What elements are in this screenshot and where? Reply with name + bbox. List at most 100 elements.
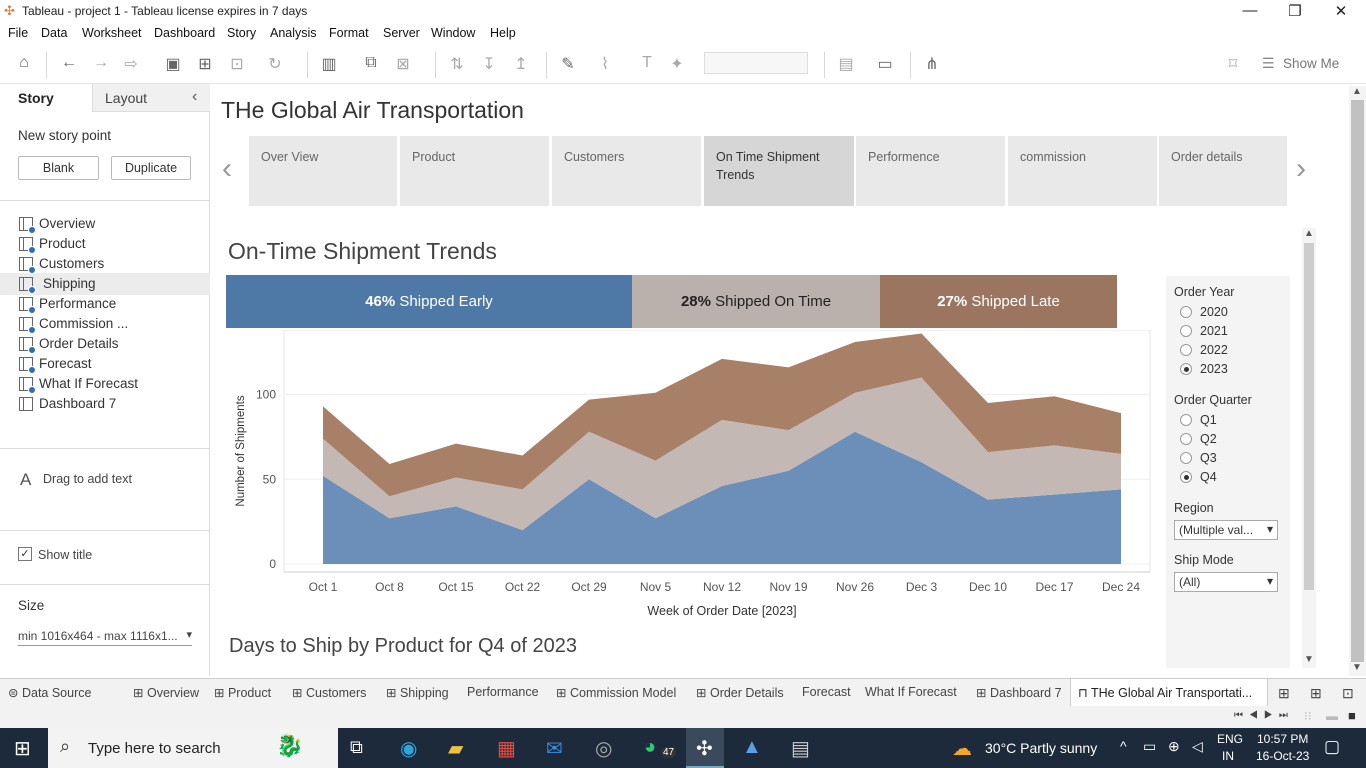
menu-window[interactable]: Window [431,26,475,40]
sheet-item-what-if-forecast[interactable]: What If Forecast [19,376,189,396]
volume-icon[interactable]: ◁ [1192,738,1203,755]
menu-file[interactable]: File [8,26,28,40]
story-point-order-details[interactable]: Order details [1159,136,1287,206]
format-painter-icon[interactable]: ⌑ [1222,54,1244,74]
minimize-button[interactable]: — [1240,2,1260,19]
sheet-item-overview[interactable]: Overview [19,216,189,236]
menu-story[interactable]: Story [227,26,256,40]
share-icon[interactable]: ⋔ [921,54,943,74]
tab-dashboard-7[interactable]: ⊞ Dashboard 7 [976,685,1062,700]
highlight-icon[interactable]: ✎ [557,54,579,74]
tab-global-air-story[interactable]: ⊓ THe Global Air Transportati... [1078,685,1252,700]
scroll-up-icon[interactable]: ▲ [1304,228,1314,239]
tab-data-source[interactable]: ⊜ Data Source [8,685,91,700]
ship-mode-dropdown[interactable]: (All) [1174,572,1278,592]
show-me-button[interactable]: Show Me [1283,56,1339,71]
sheet-item-dashboard-7[interactable]: Dashboard 7 [19,396,189,416]
scroll-thumb[interactable] [1304,243,1314,590]
refresh-icon[interactable]: ↻ [264,54,286,74]
close-button[interactable]: ✕ [1331,2,1351,20]
story-point-on-time-shipment[interactable]: On Time Shipment Trends [704,136,854,206]
new-dashboard-tab-icon[interactable]: ⊞ [1310,685,1322,702]
sort-desc-icon[interactable]: ↥ [510,54,532,74]
language-bottom[interactable]: IN [1222,749,1234,763]
presentation-icon[interactable]: ▭ [874,54,896,74]
next-point-arrow-icon[interactable]: › [1296,152,1306,186]
story-point-product[interactable]: Product [400,136,549,206]
duplicate-button[interactable]: Duplicate [111,156,191,180]
tableau-taskbar-button[interactable]: ✣ [686,728,724,768]
whatsapp-icon[interactable]: ◕ [644,736,656,759]
text-icon[interactable]: T [636,54,658,72]
menu-server[interactable]: Server [383,26,420,40]
scroll-down-icon[interactable]: ▼ [1352,662,1362,673]
sheet-item-performance[interactable]: Performance [19,296,189,316]
home-icon[interactable]: ⌂ [13,54,35,72]
fit-dropdown[interactable] [704,52,808,74]
size-dropdown[interactable]: min 1016x464 - max 1116x1... ▾ [18,626,192,646]
duplicate-icon[interactable]: ⧉ [360,54,382,72]
menu-help[interactable]: Help [490,26,516,40]
language-top[interactable]: ENG [1217,732,1243,746]
pin-icon[interactable]: ✦ [666,54,688,74]
show-title-checkbox[interactable]: ✓ [18,547,32,561]
sheet-sorter-icon[interactable]: ⁝⁝ [1304,709,1312,723]
tray-chevron-icon[interactable]: ^ [1120,738,1127,754]
sheet-item-product[interactable]: Product [19,236,189,256]
show-labels-icon[interactable]: ▤ [835,54,857,74]
clock-date[interactable]: 16-Oct-23 [1256,749,1309,763]
story-point-performence[interactable]: Performence [856,136,1005,206]
new-story-tab-icon[interactable]: ⊡ [1342,685,1354,702]
undo-icon[interactable]: ← [58,54,80,72]
tab-story[interactable]: Story [18,90,54,106]
story-point-commission[interactable]: commission [1008,136,1157,206]
dashboard-scrollbar[interactable]: ▲ ▼ [1302,228,1316,668]
clock-time[interactable]: 10:57 PM [1257,732,1308,746]
new-worksheet-tab-icon[interactable]: ⊞ [1278,685,1290,702]
blank-button[interactable]: Blank [18,156,99,180]
tab-layout[interactable]: Layout [105,90,147,106]
battery-icon[interactable]: ▭ [1143,738,1156,755]
kpi-shipped-late[interactable]: 27% Shipped Late [880,275,1117,328]
kpi-shipped-early[interactable]: 46% Shipped Early [226,275,632,328]
new-worksheet-icon[interactable]: ▥ [318,54,340,74]
save-icon[interactable]: ▣ [162,54,184,74]
mail-icon[interactable]: ✉ [546,736,563,761]
menu-data[interactable]: Data [41,26,67,40]
notifications-icon[interactable]: ▢ [1324,737,1340,757]
tab-shipping[interactable]: ⊞ Shipping [386,685,449,700]
menu-dashboard[interactable]: Dashboard [154,26,215,40]
redo-icon[interactable]: → [90,54,112,72]
story-point-customers[interactable]: Customers [552,136,701,206]
tab-forecast[interactable]: Forecast [802,685,851,699]
tab-performance[interactable]: Performance [467,685,539,699]
collapse-pane-icon[interactable]: ‹ [192,88,197,106]
window-scrollbar[interactable]: ▲ ▼ [1349,86,1366,676]
camera-icon[interactable]: ◎ [595,736,612,761]
sheet-item-order-details[interactable]: Order Details [19,336,189,356]
menu-worksheet[interactable]: Worksheet [82,26,142,40]
windows-start-icon[interactable]: ⊞ [14,736,31,761]
store-icon[interactable]: ▦ [497,736,516,761]
restore-button[interactable]: ❐ [1285,2,1305,20]
menu-analysis[interactable]: Analysis [270,26,317,40]
sheet-navigation-icons[interactable]: ⏮◀▶⏭ [1234,710,1294,721]
drag-to-add-text[interactable]: Drag to add text [43,472,132,486]
region-dropdown[interactable]: (Multiple val... [1174,520,1278,540]
weather-text[interactable]: 30°C Partly sunny [985,740,1097,756]
tab-commission-model[interactable]: ⊞ Commission Model [556,685,676,700]
previous-point-arrow-icon[interactable]: ‹ [222,152,232,186]
taskbar-search[interactable]: ⌕ Type here to search 🐉 [48,728,338,768]
story-point-overview[interactable]: Over View [249,136,397,206]
sheet-item-commission[interactable]: Commission ... [19,316,189,336]
file-explorer-icon[interactable]: ▰ [448,736,463,761]
sheet-item-forecast[interactable]: Forecast [19,356,189,376]
tab-order-details[interactable]: ⊞ Order Details [696,685,784,700]
filmstrip-icon[interactable]: ▬ [1326,709,1338,723]
tab-product[interactable]: ⊞ Product [214,685,271,700]
show-me-icon[interactable]: ☰ [1262,55,1275,72]
tab-what-if-forecast[interactable]: What If Forecast [865,685,957,699]
new-data-source-icon[interactable]: ⊞ [194,54,216,74]
edge-icon[interactable]: ◉ [400,736,417,761]
pause-icon[interactable]: ⊡ [226,54,248,74]
